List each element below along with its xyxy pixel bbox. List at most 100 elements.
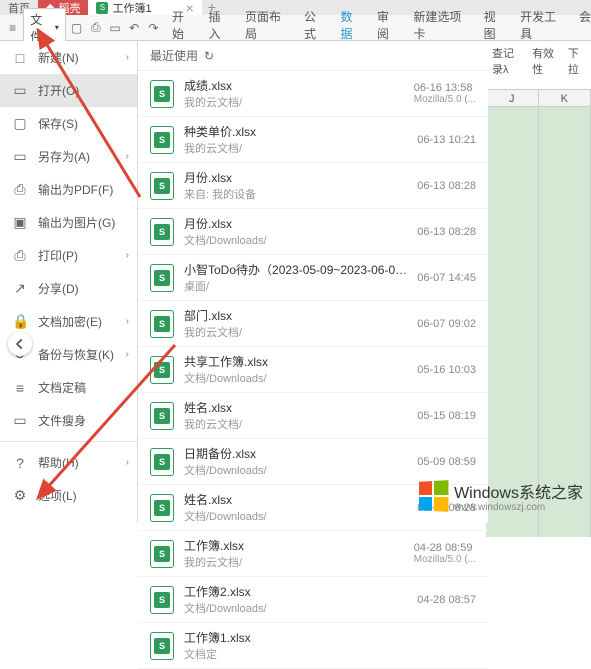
refresh-icon[interactable]: ↻ (204, 49, 214, 63)
menu-icon[interactable]: ≡ (4, 21, 21, 35)
ss-tool-2[interactable]: 有效性 (532, 45, 558, 77)
file-menu-item-icon: ▭ (12, 148, 28, 165)
recent-file-item[interactable]: S 月份.xlsx 来自: 我的设备 06-13 08:28 (138, 163, 488, 209)
file-menu-item-label: 文件瘦身 (38, 412, 86, 429)
spreadsheet-file-icon: S (150, 172, 174, 200)
recent-file-extra: Mozilla/5.0 (... (414, 94, 476, 105)
recent-file-date: 06-07 14:45 (417, 272, 476, 284)
file-menu-item-icon: ▣ (12, 214, 28, 231)
file-menu-item-label: 文档加密(E) (38, 313, 102, 330)
recent-file-name: 姓名.xlsx (184, 399, 407, 416)
recent-file-date: 06-07 09:02 (417, 318, 476, 330)
recent-file-extra: Mozilla/5.0 (... (414, 554, 476, 565)
recent-file-item[interactable]: S 工作簿.xlsx 我的云文档/ 04-28 08:59 Mozilla/5.… (138, 531, 488, 577)
col-header-j[interactable]: J (486, 90, 539, 106)
chevron-right-icon: › (126, 349, 129, 360)
file-menu-item-icon: ▢ (12, 115, 28, 132)
recent-file-path: 我的云文档/ (184, 324, 407, 340)
spreadsheet-file-icon: S (150, 310, 174, 338)
recent-file-path: 文档/Downloads/ (184, 508, 407, 524)
file-menu-item-label: 打印(P) (38, 247, 78, 264)
recent-file-path: 来自: 我的设备 (184, 186, 407, 202)
file-menu-item[interactable]: ⎙输出为PDF(F) (0, 173, 137, 206)
file-menu-item-label: 备份与恢复(K) (38, 346, 114, 363)
recent-file-name: 共享工作簿.xlsx (184, 353, 407, 370)
recent-file-name: 种类单价.xlsx (184, 123, 407, 140)
preview-icon[interactable]: ▭ (106, 21, 123, 35)
col-k-body[interactable] (539, 107, 591, 537)
file-menu-item-icon: ⎙ (12, 247, 28, 264)
back-button[interactable] (8, 332, 32, 356)
chevron-right-icon: › (126, 52, 129, 63)
recent-file-item[interactable]: S 工作簿2.xlsx 文档/Downloads/ 04-28 08:57 (138, 577, 488, 623)
print-quick-icon[interactable]: ⎙ (87, 20, 104, 35)
recent-file-name: 工作簿2.xlsx (184, 583, 407, 600)
recent-file-item[interactable]: S 成绩.xlsx 我的云文档/ 06-16 13:58 Mozilla/5.0… (138, 71, 488, 117)
save-icon[interactable]: ▢ (68, 21, 85, 35)
file-menu-item[interactable]: ⚙选项(L) (0, 479, 137, 512)
file-menu-item-label: 输出为图片(G) (38, 214, 115, 231)
file-menu-item[interactable]: ▢ 保存(S) (0, 107, 137, 140)
file-menu-item[interactable]: ⎙ 打印(P) › (0, 239, 137, 272)
file-menu-item-icon: ≡ (12, 380, 28, 396)
recent-file-path: 我的云文档/ (184, 94, 404, 110)
recent-file-item[interactable]: S 种类单价.xlsx 我的云文档/ 06-13 10:21 (138, 117, 488, 163)
redo-icon[interactable]: ↷ (145, 21, 162, 35)
file-menu-item-icon: ? (12, 455, 28, 471)
ss-tool-3[interactable]: 下拉 (568, 45, 585, 77)
recent-file-name: 成绩.xlsx (184, 77, 404, 94)
tab-workbook-label: 工作簿1 (112, 0, 151, 16)
file-menu-item[interactable]: ▭另存为(A)› (0, 140, 137, 173)
file-menu-item[interactable]: ? 帮助(H) › (0, 446, 137, 479)
spreadsheet-file-icon: S (150, 402, 174, 430)
spreadsheet-file-icon: S (150, 356, 174, 384)
recent-files-panel: 最近使用 ↻ S 成绩.xlsx 我的云文档/ 06-16 13:58 Mozi… (138, 41, 488, 523)
spreadsheet-icon: S (96, 2, 108, 14)
recent-file-path: 文档/Downloads/ (184, 232, 407, 248)
file-menu-item[interactable]: ▭文件瘦身 (0, 404, 137, 437)
file-label: 文件 (30, 11, 53, 45)
col-j-body[interactable] (486, 107, 539, 537)
recent-file-item[interactable]: S 姓名.xlsx 我的云文档/ 05-15 08:19 (138, 393, 488, 439)
recent-file-item[interactable]: S 部门.xlsx 我的云文档/ 06-07 09:02 (138, 301, 488, 347)
chevron-right-icon: › (126, 250, 129, 261)
recent-file-path: 文档/Downloads/ (184, 600, 407, 616)
spreadsheet-area: 查记录λ 有效性 下拉 J K (486, 41, 591, 537)
file-menu-item[interactable]: ↗分享(D) (0, 272, 137, 305)
spreadsheet-file-icon: S (150, 586, 174, 614)
chevron-right-icon: › (126, 457, 129, 468)
file-menu-item-label: 输出为PDF(F) (38, 181, 113, 198)
recent-file-path: 我的云文档/ (184, 140, 407, 156)
watermark: Windows系统之家 www.windowszj.com (418, 479, 583, 513)
chevron-left-icon (13, 337, 27, 351)
recent-file-name: 工作簿1.xlsx (184, 629, 466, 646)
file-menu-item-icon: □ (12, 50, 28, 66)
windows-logo-icon (419, 480, 448, 512)
col-header-k[interactable]: K (539, 90, 591, 106)
undo-icon[interactable]: ↶ (126, 21, 143, 35)
recent-file-date: 06-16 13:58 (414, 82, 476, 94)
file-menu-item[interactable]: ▣ 输出为图片(G) (0, 206, 137, 239)
recent-file-item[interactable]: S 共享工作簿.xlsx 文档/Downloads/ 05-16 10:03 (138, 347, 488, 393)
recent-file-path: 我的云文档/ (184, 554, 404, 570)
file-menu-item-label: 保存(S) (38, 115, 78, 132)
recent-file-item[interactable]: S 小智ToDo待办（2023-05-09~2023-06-07）.xls 桌面… (138, 255, 488, 301)
watermark-title: Windows系统之家 (454, 485, 583, 502)
recent-file-name: 日期备份.xlsx (184, 445, 407, 462)
spreadsheet-file-icon: S (150, 264, 174, 292)
spreadsheet-file-icon: S (150, 218, 174, 246)
chevron-right-icon: › (126, 151, 129, 162)
spreadsheet-file-icon: S (150, 632, 174, 660)
recent-file-date: 06-13 08:28 (417, 226, 476, 238)
file-menu-item[interactable]: ▭打开(O) (0, 74, 137, 107)
recent-file-path: 文档/Downloads/ (184, 370, 407, 386)
recent-file-date: 05-09 08:59 (417, 456, 476, 468)
file-menu-item[interactable]: □新建(N)› (0, 41, 137, 74)
spreadsheet-file-icon: S (150, 494, 174, 522)
ss-tool-1[interactable]: 查记录λ (492, 45, 522, 77)
recent-file-item[interactable]: S 月份.xlsx 文档/Downloads/ 06-13 08:28 (138, 209, 488, 255)
recent-file-item[interactable]: S 工作簿1.xlsx 文档定 (138, 623, 488, 669)
spreadsheet-file-icon: S (150, 448, 174, 476)
file-menu-item[interactable]: ≡文档定稿 (0, 371, 137, 404)
file-menu-item-label: 帮助(H) (38, 454, 79, 471)
